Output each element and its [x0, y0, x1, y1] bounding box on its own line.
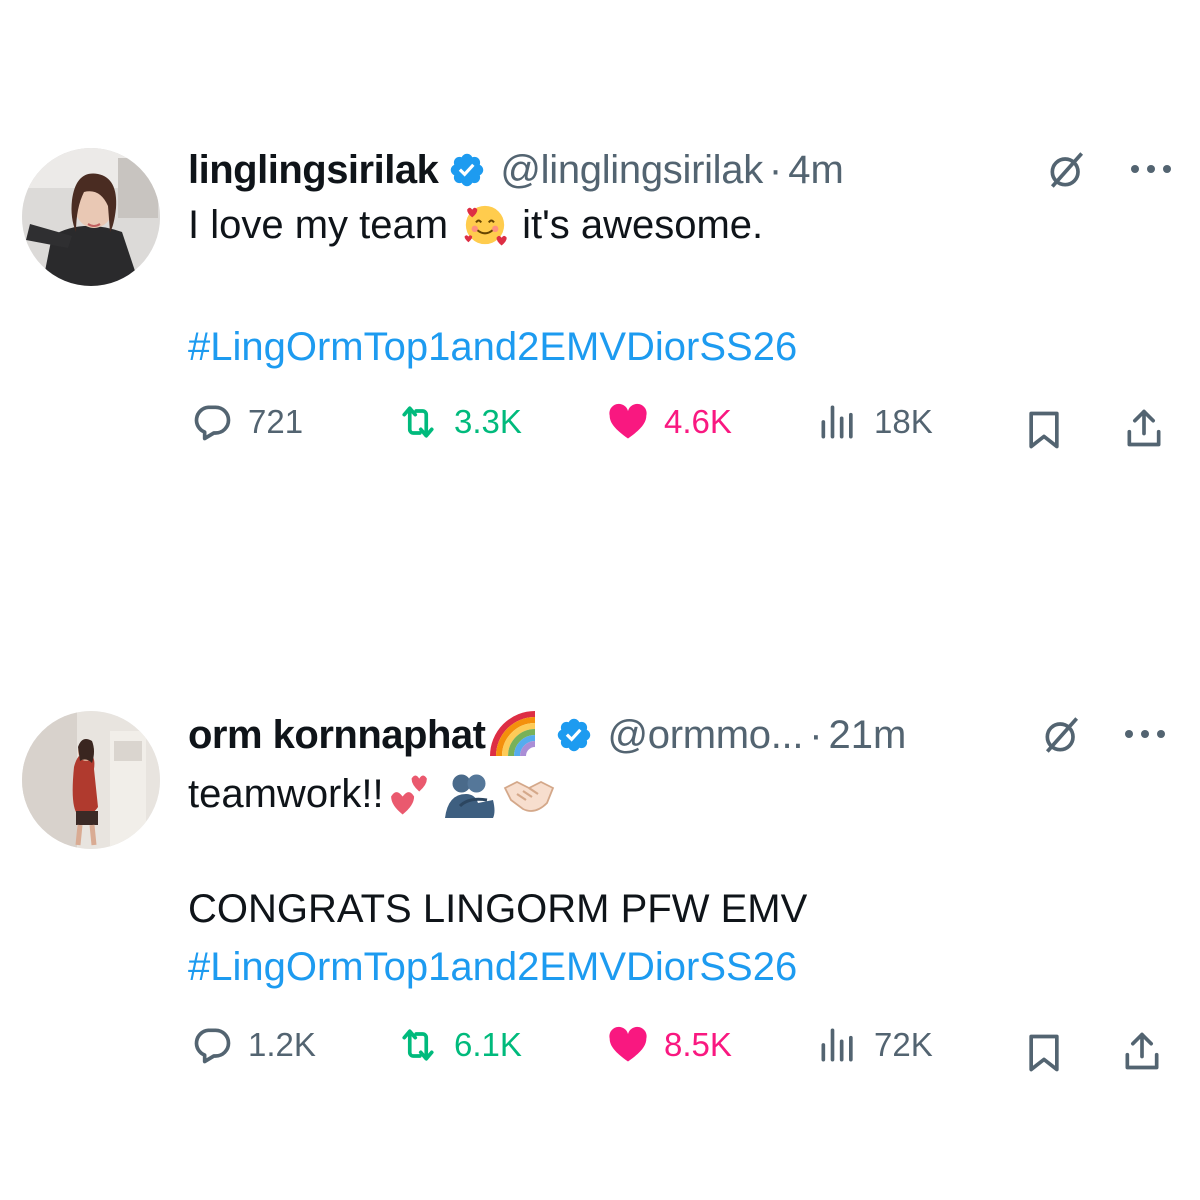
- verified-badge-icon: [558, 718, 591, 752]
- tweet-text-part: it's awesome.: [522, 202, 764, 247]
- reply-count: 1.2K: [248, 1026, 316, 1063]
- separator-dot: ·: [768, 147, 783, 192]
- tweet-text: teamwork!!: [188, 767, 556, 821]
- retweet-count: 3.3K: [454, 403, 522, 440]
- handle[interactable]: @linglingsirilak: [500, 148, 763, 193]
- views-button[interactable]: 72K: [816, 1023, 933, 1067]
- reply-button[interactable]: 721: [190, 400, 303, 444]
- view-count: 18K: [874, 403, 933, 440]
- two-hearts-emoji: [390, 775, 427, 815]
- like-button[interactable]: 4.6K: [606, 400, 732, 444]
- action-bar: 1.2K 6.1K 8.5K 72K: [0, 1023, 1200, 1083]
- tweet-header: linglingsirilak @linglingsirilak · 4m: [188, 140, 844, 200]
- tweet-header: orm kornnaphat @ormmo... · 21m: [188, 705, 906, 765]
- smiling-face-with-hearts-emoji: [464, 205, 507, 246]
- handshake-emoji: [503, 780, 554, 812]
- analytics-icon: [821, 1028, 853, 1062]
- reply-icon: [194, 405, 231, 441]
- like-button[interactable]: 8.5K: [606, 1023, 732, 1067]
- retweet-count: 6.1K: [454, 1026, 522, 1063]
- tweet-text: I love my team it's awesome.: [188, 202, 763, 248]
- display-name[interactable]: orm kornnaphat: [188, 713, 486, 758]
- share-icon[interactable]: [1120, 1029, 1164, 1073]
- hashtag-link[interactable]: #LingOrmTop1and2EMVDiorSS26: [188, 945, 797, 990]
- more-options-icon[interactable]: [1122, 727, 1168, 741]
- timestamp[interactable]: 21m: [829, 713, 907, 758]
- timestamp[interactable]: 4m: [788, 148, 844, 193]
- view-count: 72K: [874, 1026, 933, 1063]
- more-options-icon[interactable]: [1128, 162, 1174, 176]
- analytics-icon: [821, 405, 853, 439]
- handle[interactable]: @ormmo...: [607, 713, 803, 758]
- share-icon[interactable]: [1122, 406, 1166, 450]
- reply-button[interactable]: 1.2K: [190, 1023, 316, 1067]
- tweet-text-part: teamwork!!: [188, 771, 384, 816]
- like-count: 4.6K: [664, 403, 732, 440]
- heart-icon: [609, 403, 647, 439]
- retweet-icon: [402, 1029, 434, 1061]
- grok-icon[interactable]: [1040, 713, 1084, 757]
- display-name[interactable]: linglingsirilak: [188, 148, 439, 193]
- separator-dot: ·: [809, 712, 823, 757]
- bookmark-icon[interactable]: [1022, 408, 1066, 452]
- avatar[interactable]: [22, 711, 160, 849]
- people-hugging-emoji: [444, 774, 495, 818]
- verified-badge-icon: [451, 153, 484, 187]
- action-bar: 721 3.3K 4.6K 18K: [0, 400, 1200, 460]
- tweet-text-part: I love my team: [188, 202, 449, 247]
- views-button[interactable]: 18K: [816, 400, 933, 444]
- heart-icon: [609, 1026, 647, 1062]
- tweet-text-line: CONGRATS LINGORM PFW EMV: [188, 887, 808, 931]
- reply-count: 721: [248, 403, 304, 440]
- like-count: 8.5K: [664, 1026, 732, 1063]
- rainbow-emoji: [490, 711, 536, 757]
- retweet-icon: [402, 406, 434, 438]
- bookmark-icon[interactable]: [1022, 1031, 1066, 1075]
- avatar[interactable]: [22, 148, 160, 286]
- retweet-button[interactable]: 6.1K: [396, 1023, 522, 1067]
- retweet-button[interactable]: 3.3K: [396, 400, 522, 444]
- hashtag-link[interactable]: #LingOrmTop1and2EMVDiorSS26: [188, 325, 797, 370]
- reply-icon: [194, 1028, 231, 1064]
- grok-icon[interactable]: [1045, 148, 1089, 192]
